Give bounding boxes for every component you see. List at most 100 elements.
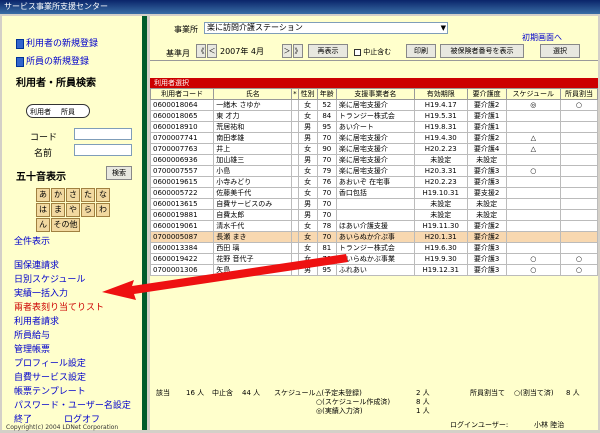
code-label: コード bbox=[30, 133, 58, 143]
kana-sa[interactable]: さ bbox=[66, 188, 80, 202]
name-input[interactable] bbox=[74, 144, 132, 156]
window-title: サービス事業所支援センター bbox=[0, 0, 600, 14]
kana-wa[interactable]: わ bbox=[96, 203, 110, 217]
menu-item[interactable]: 利用者請求 bbox=[14, 314, 59, 327]
office-select[interactable]: 楽に訪問介護ステーション ▼ bbox=[204, 22, 448, 34]
table-cell: H19.12.31 bbox=[413, 264, 468, 276]
new-user-link[interactable]: 利用者の新規登録 bbox=[16, 36, 98, 49]
table-cell: H19.6.30 bbox=[413, 242, 468, 254]
kana-ha[interactable]: は bbox=[36, 203, 50, 217]
table-row[interactable]: 0700007763 井上女 90 楽に居宅支援介 H20.2.23 要介護4 △ bbox=[149, 143, 599, 155]
kana-other[interactable]: その他 bbox=[51, 218, 80, 232]
menu-item[interactable]: 実績一括入力 bbox=[14, 286, 68, 299]
sidebar: 利用者の新規登録 所員の新規登録 利用者・所員検索 利用者 所員 コード 名前 … bbox=[2, 16, 147, 431]
table-cell: 90 bbox=[316, 143, 337, 155]
unregistered-button[interactable]: 被保険者番号を表示 bbox=[440, 44, 524, 58]
table-row[interactable]: 0700007557 小島女 79 楽に居宅支援介 H20.3.31 要介護3 ○ bbox=[149, 165, 599, 177]
table-cell bbox=[559, 187, 599, 199]
month-value: 2007年 4月 bbox=[220, 47, 264, 56]
table-cell: 0700005087 bbox=[149, 231, 215, 243]
document-icon bbox=[16, 38, 24, 49]
table-cell: 女 bbox=[297, 176, 318, 188]
select-button[interactable]: 選択 bbox=[540, 44, 580, 58]
table-row[interactable]: 0700007741 南田孝雄男 70 楽に居宅支援介 H19.4.30 要介護2 △ bbox=[149, 132, 599, 144]
document-icon bbox=[16, 56, 24, 67]
menu-item[interactable]: 所員給与 bbox=[14, 328, 50, 341]
kana-ta[interactable]: た bbox=[81, 188, 95, 202]
prev-prev-button[interactable]: 《 bbox=[196, 44, 206, 58]
table-cell: 70 bbox=[316, 132, 337, 144]
menu-item[interactable]: パスワード・ユーザー名設定 bbox=[14, 398, 131, 411]
kana-n[interactable]: ん bbox=[36, 218, 50, 232]
table-row[interactable]: 0600018064 一緒木 さゆか女 52 楽に居宅支援介 H19.4.17 要介護2 ◎… bbox=[149, 99, 599, 111]
menu-item[interactable]: プロフィール設定 bbox=[14, 356, 86, 369]
login-user: 小林 陸治 bbox=[534, 421, 565, 429]
prev-button[interactable]: ＜ bbox=[207, 44, 217, 58]
next-button[interactable]: ＞ bbox=[282, 44, 292, 58]
radio-user[interactable]: 利用者 bbox=[30, 107, 51, 117]
kana-a[interactable]: あ bbox=[36, 188, 50, 202]
column-header[interactable]: 性別 bbox=[297, 88, 318, 100]
table-row[interactable]: 0600019615 小寺みどり女 76 あおいぞ 在宅事 H20.2.23 要介護3 bbox=[149, 176, 599, 188]
column-header[interactable]: スケジュール bbox=[505, 88, 561, 100]
initial-screen-link[interactable]: 初期画面へ bbox=[522, 32, 562, 43]
table-cell: 0600019061 bbox=[149, 220, 215, 232]
table-cell: 小寺みどり bbox=[213, 176, 293, 188]
code-input[interactable] bbox=[74, 128, 132, 140]
menu-item[interactable]: 兩者表刻り当てりスト bbox=[14, 300, 104, 313]
kana-na[interactable]: な bbox=[96, 188, 110, 202]
stopped-label: 中止含 bbox=[212, 389, 233, 397]
menu-item[interactable]: 国保連請求 bbox=[14, 258, 59, 271]
table-row[interactable]: 0600018065 東 才力女 84 トランジー株式会 H19.5.31 要介護1 bbox=[149, 110, 599, 122]
display-button[interactable]: 再表示 bbox=[308, 44, 348, 58]
table-cell bbox=[559, 143, 599, 155]
kana-ra[interactable]: ら bbox=[81, 203, 95, 217]
column-header[interactable]: 年齢 bbox=[316, 88, 337, 100]
table-cell bbox=[335, 209, 415, 221]
table-row[interactable]: 0700005087 長瀬 まき女 70 あいらぬか介ぷ事 H20.1.31 要介護2 bbox=[149, 231, 599, 243]
table-cell: 要介護3 bbox=[466, 165, 507, 177]
menu-item[interactable]: 自費サービス設定 bbox=[14, 370, 86, 383]
table-cell: H20.2.23 bbox=[413, 176, 468, 188]
table-cell: 未設定 bbox=[413, 198, 468, 210]
menu-item[interactable]: 管理帳票 bbox=[14, 342, 50, 355]
total-value: 16 人 bbox=[186, 389, 205, 397]
table-cell: 加山雄三 bbox=[213, 154, 293, 166]
table-row[interactable]: 0600019881 自費太郎男 70 未設定 未設定 bbox=[149, 209, 599, 221]
table-cell: 0600018910 bbox=[149, 121, 215, 133]
table-cell: 女 bbox=[297, 165, 318, 177]
menu-item[interactable]: 帳票テンプレート bbox=[14, 384, 86, 397]
search-type-radio[interactable]: 利用者 所員 bbox=[26, 104, 90, 118]
table-row[interactable]: 0600013615 自費サービスのみ男 70 未設定 未設定 bbox=[149, 198, 599, 210]
table-cell bbox=[505, 154, 561, 166]
radio-staff[interactable]: 所員 bbox=[61, 107, 75, 117]
kana-ma[interactable]: ま bbox=[51, 203, 65, 217]
table-cell: H19.8.31 bbox=[413, 121, 468, 133]
table-cell: 楽に居宅支援介 bbox=[335, 165, 415, 177]
column-header[interactable]: 有効期限 bbox=[413, 88, 468, 100]
table-cell: 70 bbox=[316, 209, 337, 221]
kana-ya[interactable]: や bbox=[66, 203, 80, 217]
table-row[interactable]: 0600006936 加山雄三男 70 楽に居宅支援介 未設定 未設定 bbox=[149, 154, 599, 166]
menu-item[interactable]: 日別スケジュール bbox=[14, 272, 85, 285]
table-cell: 楽に居宅支援介 bbox=[335, 154, 415, 166]
kana-ka[interactable]: か bbox=[51, 188, 65, 202]
column-header[interactable]: 氏名 bbox=[213, 88, 293, 100]
table-cell: 未設定 bbox=[466, 198, 507, 210]
show-all-link[interactable]: 全件表示 bbox=[14, 234, 50, 247]
include-stopped-checkbox[interactable]: 中止含む bbox=[354, 47, 391, 57]
new-staff-link[interactable]: 所員の新規登録 bbox=[16, 54, 89, 67]
table-row[interactable]: 0600018910 荒居祐和男 95 あい介ート H19.8.31 要介護1 bbox=[149, 121, 599, 133]
column-header[interactable]: 利用者コード bbox=[149, 88, 215, 100]
column-header[interactable]: 要介護度 bbox=[466, 88, 507, 100]
next-next-button[interactable]: 》 bbox=[293, 44, 303, 58]
print-button[interactable]: 印刷 bbox=[406, 44, 436, 58]
table-cell: 95 bbox=[316, 121, 337, 133]
search-button[interactable]: 検索 bbox=[106, 166, 132, 180]
table-row[interactable]: 0600019061 清水千代女 78 ほあい介護支援 H19.11.30 要介護2 bbox=[149, 220, 599, 232]
column-header[interactable]: 支援事業者名 bbox=[335, 88, 415, 100]
table-row[interactable]: 0600005722 佐藤美千代女 70 香口包括 H19.10.31 要支援2 bbox=[149, 187, 599, 199]
table-cell: あいらぬか介ぷ事 bbox=[335, 231, 415, 243]
column-header[interactable]: 所員割当 bbox=[559, 88, 599, 100]
table-cell: 78 bbox=[316, 220, 337, 232]
